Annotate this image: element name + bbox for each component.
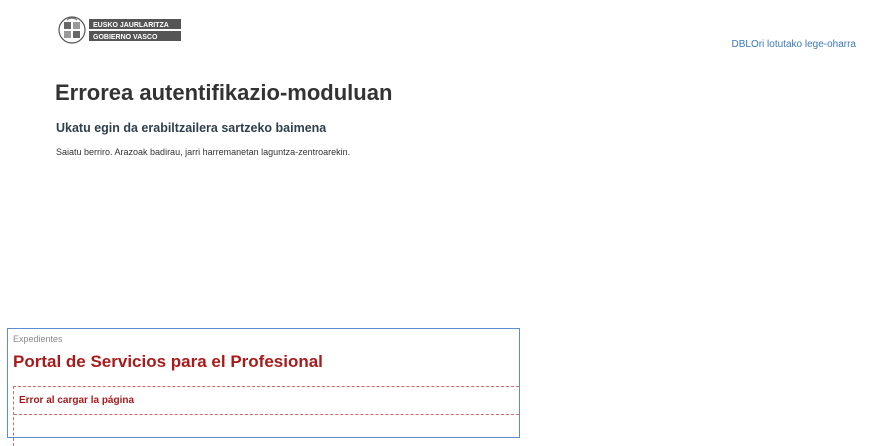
basque-government-emblem-icon: EUSKO JAURLARITZA GOBIERNO VASCO — [58, 16, 181, 44]
portal-panel: Expedientes Portal de Servicios para el … — [7, 328, 520, 446]
error-subtitle: Ukatu egin da erabiltzailera sartzeko ba… — [56, 121, 327, 135]
page-title: Errorea autentifikazio-moduluan — [55, 80, 393, 105]
portal-error-box: Error al cargar la página — [13, 386, 519, 446]
portal-title: Portal de Servicios para el Profesional — [13, 352, 323, 371]
logo-line-1: EUSKO JAURLARITZA — [93, 22, 169, 29]
error-message: Saiatu berriro. Arazoak badirau, jarri h… — [56, 147, 351, 157]
breadcrumb: Expedientes — [13, 334, 63, 344]
logo-line-2: GOBIERNO VASCO — [93, 34, 158, 41]
legal-notice-link[interactable]: DBLOri lotutako lege-oharra — [731, 39, 856, 50]
government-logo: EUSKO JAURLARITZA GOBIERNO VASCO — [58, 14, 182, 46]
portal-error-text: Error al cargar la página — [19, 395, 135, 406]
